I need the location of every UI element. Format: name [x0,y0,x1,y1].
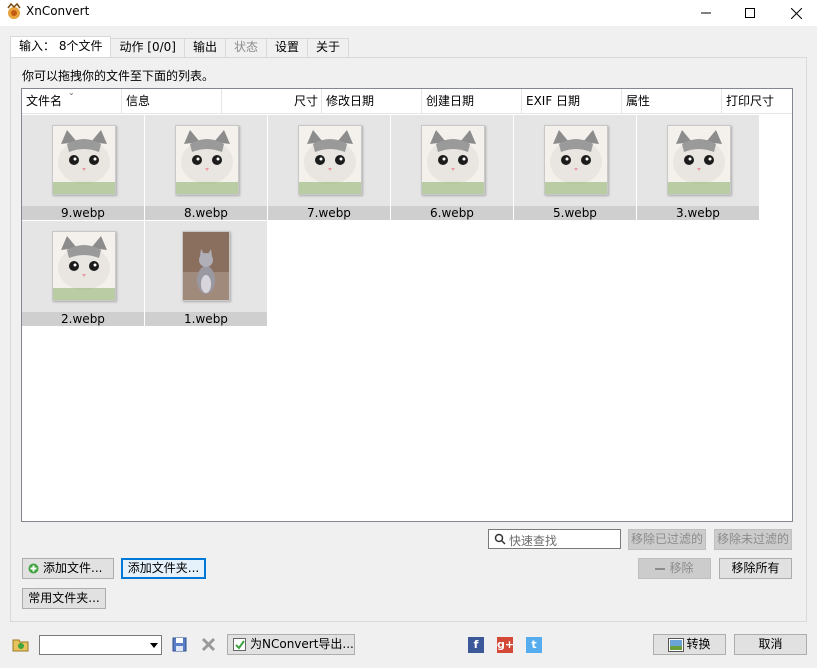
googleplus-icon[interactable]: g+ [497,637,514,653]
export-label: 为NConvert导出... [250,637,354,651]
column-created[interactable]: 创建日期 [422,89,522,114]
thumbnail-image [52,125,116,195]
facebook-icon[interactable]: f [468,637,484,653]
convert-button[interactable]: 转换 [653,634,726,655]
tab-settings[interactable]: 设置 [265,38,308,57]
column-attributes[interactable]: 属性 [622,89,722,114]
close-icon [790,7,802,19]
minus-icon [655,568,665,570]
cancel-button[interactable]: 取消 [734,634,807,655]
file-thumbnail[interactable]: 9.webp [22,115,145,221]
tab-strip: 输入： 8个文件 动作 [0/0] 输出 状态 设置 关于 [10,36,350,57]
remove-button[interactable]: 移除 [638,558,711,579]
column-label: 打印尺寸 [726,94,775,108]
file-thumbnail[interactable]: 6.webp [391,115,514,221]
tab-input[interactable]: 输入： 8个文件 [10,36,112,57]
column-label: EXIF 日期 [526,94,581,108]
window-title: XnConvert [26,4,90,18]
export-icon [233,638,246,651]
column-label: 修改日期 [326,94,375,108]
minimize-icon [701,12,711,14]
column-filename[interactable]: ⌄ 文件名 [22,88,122,114]
list-header: ⌄ 文件名 信息 尺寸 修改日期 创建日期 EXIF 日期 属性 打印尺寸 [22,88,792,114]
column-label: 尺寸 [293,94,318,108]
common-folders-button[interactable]: 常用文件夹... [22,588,106,609]
file-thumbnail[interactable]: 7.webp [268,115,391,221]
twitter-icon[interactable]: t [526,637,542,653]
column-label: 创建日期 [426,94,475,108]
column-exif-date[interactable]: EXIF 日期 [522,89,622,114]
thumbnail-image [182,231,230,301]
minimize-button[interactable] [683,0,729,26]
quick-search-input[interactable]: 快速查找 [488,529,621,549]
maximize-button[interactable] [727,0,773,26]
file-name: 9.webp [22,206,144,220]
tab-output[interactable]: 输出 [183,38,226,57]
thumbnail-image [52,231,116,301]
convert-icon [668,638,684,652]
tab-about[interactable]: 关于 [307,38,350,57]
column-info[interactable]: 信息 [122,89,222,114]
file-name: 6.webp [391,206,513,220]
file-thumbnail[interactable]: 2.webp [22,221,145,327]
plus-icon [28,563,39,574]
maximize-icon [745,8,755,18]
open-folder-icon[interactable] [12,636,30,654]
save-icon[interactable] [171,636,189,654]
delete-icon[interactable] [200,636,218,654]
preset-combo[interactable] [39,635,162,655]
xnconvert-logo-icon [7,3,21,19]
thumbnail-image [667,125,731,195]
tab-actions[interactable]: 动作 [0/0] [110,38,185,57]
file-name: 1.webp [145,312,267,326]
column-label: 文件名 [26,94,63,108]
chevron-down-icon [150,643,158,648]
sort-chevron-icon: ⌄ [68,88,75,97]
column-print-size[interactable]: 打印尺寸 [722,89,792,114]
file-thumbnail[interactable]: 3.webp [637,115,760,221]
export-nconvert-button[interactable]: 为NConvert导出... [227,634,355,655]
add-folder-button[interactable]: 添加文件夹... [121,558,206,579]
add-files-label: 添加文件... [43,561,103,575]
add-files-button[interactable]: 添加文件... [22,558,114,579]
remove-unfiltered-button[interactable]: 移除未过滤的 [714,529,792,550]
thumbnail-image [175,125,239,195]
thumbnail-image [421,125,485,195]
column-label: 信息 [126,94,151,108]
search-placeholder: 快速查找 [509,534,558,548]
file-name: 3.webp [637,206,759,220]
file-name: 2.webp [22,312,144,326]
file-thumbnail[interactable]: 8.webp [145,115,268,221]
file-name: 7.webp [268,206,390,220]
remove-all-button[interactable]: 移除所有 [719,558,792,579]
file-list[interactable]: ⌄ 文件名 信息 尺寸 修改日期 创建日期 EXIF 日期 属性 打印尺寸 9.… [21,88,793,522]
drop-hint: 你可以拖拽你的文件至下面的列表。 [22,69,215,83]
close-button[interactable] [773,0,817,26]
file-thumbnail[interactable]: 1.webp [145,221,268,327]
remove-filtered-button[interactable]: 移除已过滤的 [628,529,706,550]
thumbnail-image [298,125,362,195]
thumbnail-image [544,125,608,195]
search-icon [494,533,506,545]
column-label: 属性 [626,94,651,108]
file-thumbnail[interactable]: 5.webp [514,115,637,221]
title-bar: XnConvert [0,0,817,26]
file-name: 8.webp [145,206,267,220]
tab-status[interactable]: 状态 [224,38,267,57]
file-name: 5.webp [514,206,636,220]
column-modified[interactable]: 修改日期 [322,89,422,114]
column-size[interactable]: 尺寸 [222,89,322,114]
